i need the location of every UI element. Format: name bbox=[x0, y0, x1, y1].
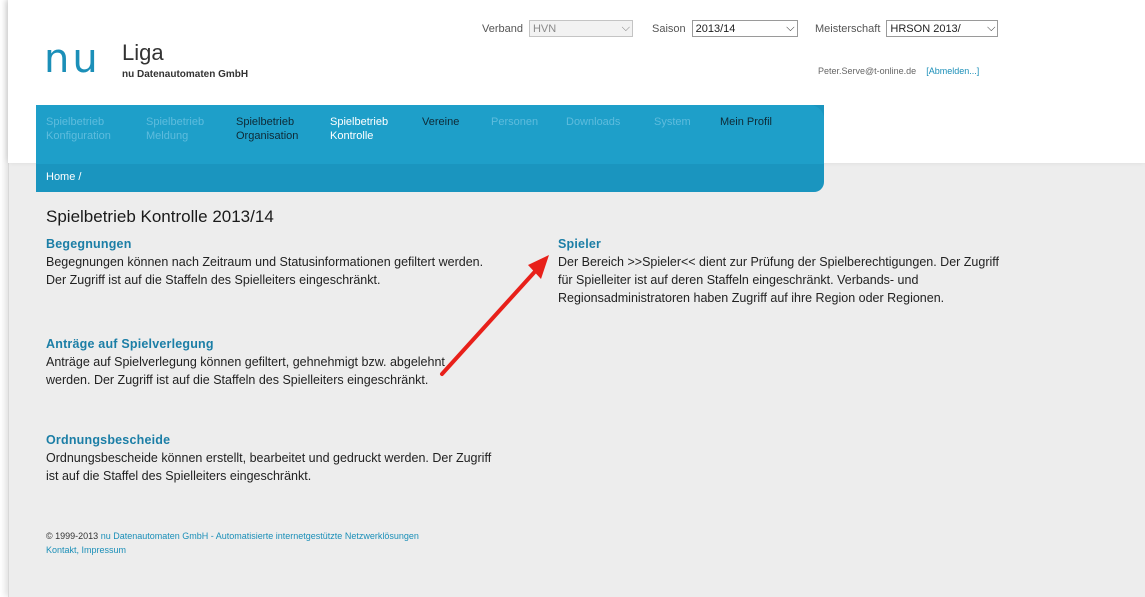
section-link-begegnungen[interactable]: Begegnungen bbox=[46, 237, 506, 251]
nav-label: System bbox=[654, 116, 691, 128]
nav-label: Vereine bbox=[422, 116, 460, 128]
nav-item-spielbetrieb-konfiguration[interactable]: Spielbetrieb Konfiguration bbox=[46, 115, 111, 143]
saison-label: Saison bbox=[652, 22, 686, 35]
nav-item-mein-profil[interactable]: Mein Profil bbox=[720, 115, 772, 129]
nav-label: Mein Profil bbox=[720, 116, 772, 128]
meisterschaft-value: HRSON 2013/ bbox=[890, 22, 961, 35]
meisterschaft-select[interactable]: HRSON 2013/ ⌵ bbox=[886, 20, 999, 37]
nav-item-system[interactable]: System bbox=[654, 115, 691, 129]
main-nav: Spielbetrieb Konfiguration Spielbetrieb … bbox=[36, 105, 824, 192]
verband-selector: Verband HVN ⌵ bbox=[482, 20, 633, 37]
nav-label: Spielbetrieb bbox=[236, 116, 295, 128]
nav-label: Meldung bbox=[146, 130, 189, 142]
company-link[interactable]: nu Datenautomaten GmbH - Automatisierte … bbox=[101, 531, 419, 541]
section-text: Anträge auf Spielverlegung können gefilt… bbox=[46, 355, 445, 387]
chevron-down-icon: ⌵ bbox=[786, 22, 795, 34]
section-text: Der Bereich >>Spieler<< dient zur Prüfun… bbox=[558, 255, 999, 305]
section-text: Ordnungsbescheide können erstellt, bearb… bbox=[46, 451, 492, 483]
section-begegnungen: Begegnungen Begegnungen können nach Zeit… bbox=[46, 237, 506, 289]
copyright-text: © 1999-2013 bbox=[46, 531, 99, 541]
section-text: Begegnungen können nach Zeitraum und Sta… bbox=[46, 255, 484, 287]
impressum-link[interactable]: Impressum bbox=[82, 545, 127, 555]
nav-label: Spielbetrieb bbox=[146, 116, 205, 128]
logo-mark: nu bbox=[44, 36, 101, 82]
nav-item-spielbetrieb-meldung[interactable]: Spielbetrieb Meldung bbox=[146, 115, 204, 143]
nav-label: Spielbetrieb bbox=[330, 116, 389, 128]
saison-value: 2013/14 bbox=[695, 22, 736, 35]
logo-company: nu Datenautomaten GmbH bbox=[122, 69, 249, 80]
meisterschaft-selector: Meisterschaft HRSON 2013/ ⌵ bbox=[815, 20, 999, 37]
chevron-down-icon: ⌵ bbox=[987, 22, 996, 34]
verband-value: HVN bbox=[532, 22, 557, 35]
nav-item-vereine[interactable]: Vereine bbox=[422, 115, 459, 129]
saison-selector: Saison 2013/14 ⌵ bbox=[652, 20, 798, 37]
verband-select[interactable]: HVN ⌵ bbox=[528, 20, 633, 37]
section-spieler: Spieler Der Bereich >>Spieler<< dient zu… bbox=[558, 237, 1013, 307]
saison-select[interactable]: 2013/14 ⌵ bbox=[691, 20, 798, 37]
section-link-spieler[interactable]: Spieler bbox=[558, 237, 1013, 251]
nav-label: Personen bbox=[491, 116, 539, 128]
user-email: Peter.Serve@t-online.de bbox=[818, 66, 917, 76]
nav-item-personen[interactable]: Personen bbox=[491, 115, 538, 129]
nav-item-spielbetrieb-organisation[interactable]: Spielbetrieb Organisation bbox=[236, 115, 298, 143]
nav-item-downloads[interactable]: Downloads bbox=[566, 115, 620, 129]
meisterschaft-label: Meisterschaft bbox=[815, 22, 881, 35]
footer: © 1999-2013 nu Datenautomaten GmbH - Aut… bbox=[46, 531, 419, 555]
nav-label: Spielbetrieb bbox=[46, 116, 105, 128]
logo-name: Liga bbox=[122, 40, 164, 65]
page-title: Spielbetrieb Kontrolle 2013/14 bbox=[46, 207, 274, 226]
section-link-antraege[interactable]: Anträge auf Spielverlegung bbox=[46, 337, 476, 351]
section-antraege: Anträge auf Spielverlegung Anträge auf S… bbox=[46, 337, 476, 389]
verband-label: Verband bbox=[482, 22, 523, 35]
nav-item-spielbetrieb-kontrolle[interactable]: Spielbetrieb Kontrolle bbox=[330, 115, 388, 143]
contact-link[interactable]: Kontakt bbox=[46, 545, 77, 555]
nav-label: Downloads bbox=[566, 116, 621, 128]
breadcrumb[interactable]: Home / bbox=[46, 171, 81, 183]
nav-label: Kontrolle bbox=[330, 130, 374, 142]
nav-label: Organisation bbox=[236, 130, 299, 142]
section-ordnungsbescheide: Ordnungsbescheide Ordnungsbescheide könn… bbox=[46, 433, 496, 485]
section-link-ordnungsbescheide[interactable]: Ordnungsbescheide bbox=[46, 433, 496, 447]
user-info: Peter.Serve@t-online.de [Abmelden...] bbox=[818, 66, 979, 76]
logout-link[interactable]: [Abmelden...] bbox=[926, 66, 979, 76]
nav-label: Konfiguration bbox=[46, 130, 111, 142]
chevron-down-icon: ⌵ bbox=[621, 22, 630, 34]
